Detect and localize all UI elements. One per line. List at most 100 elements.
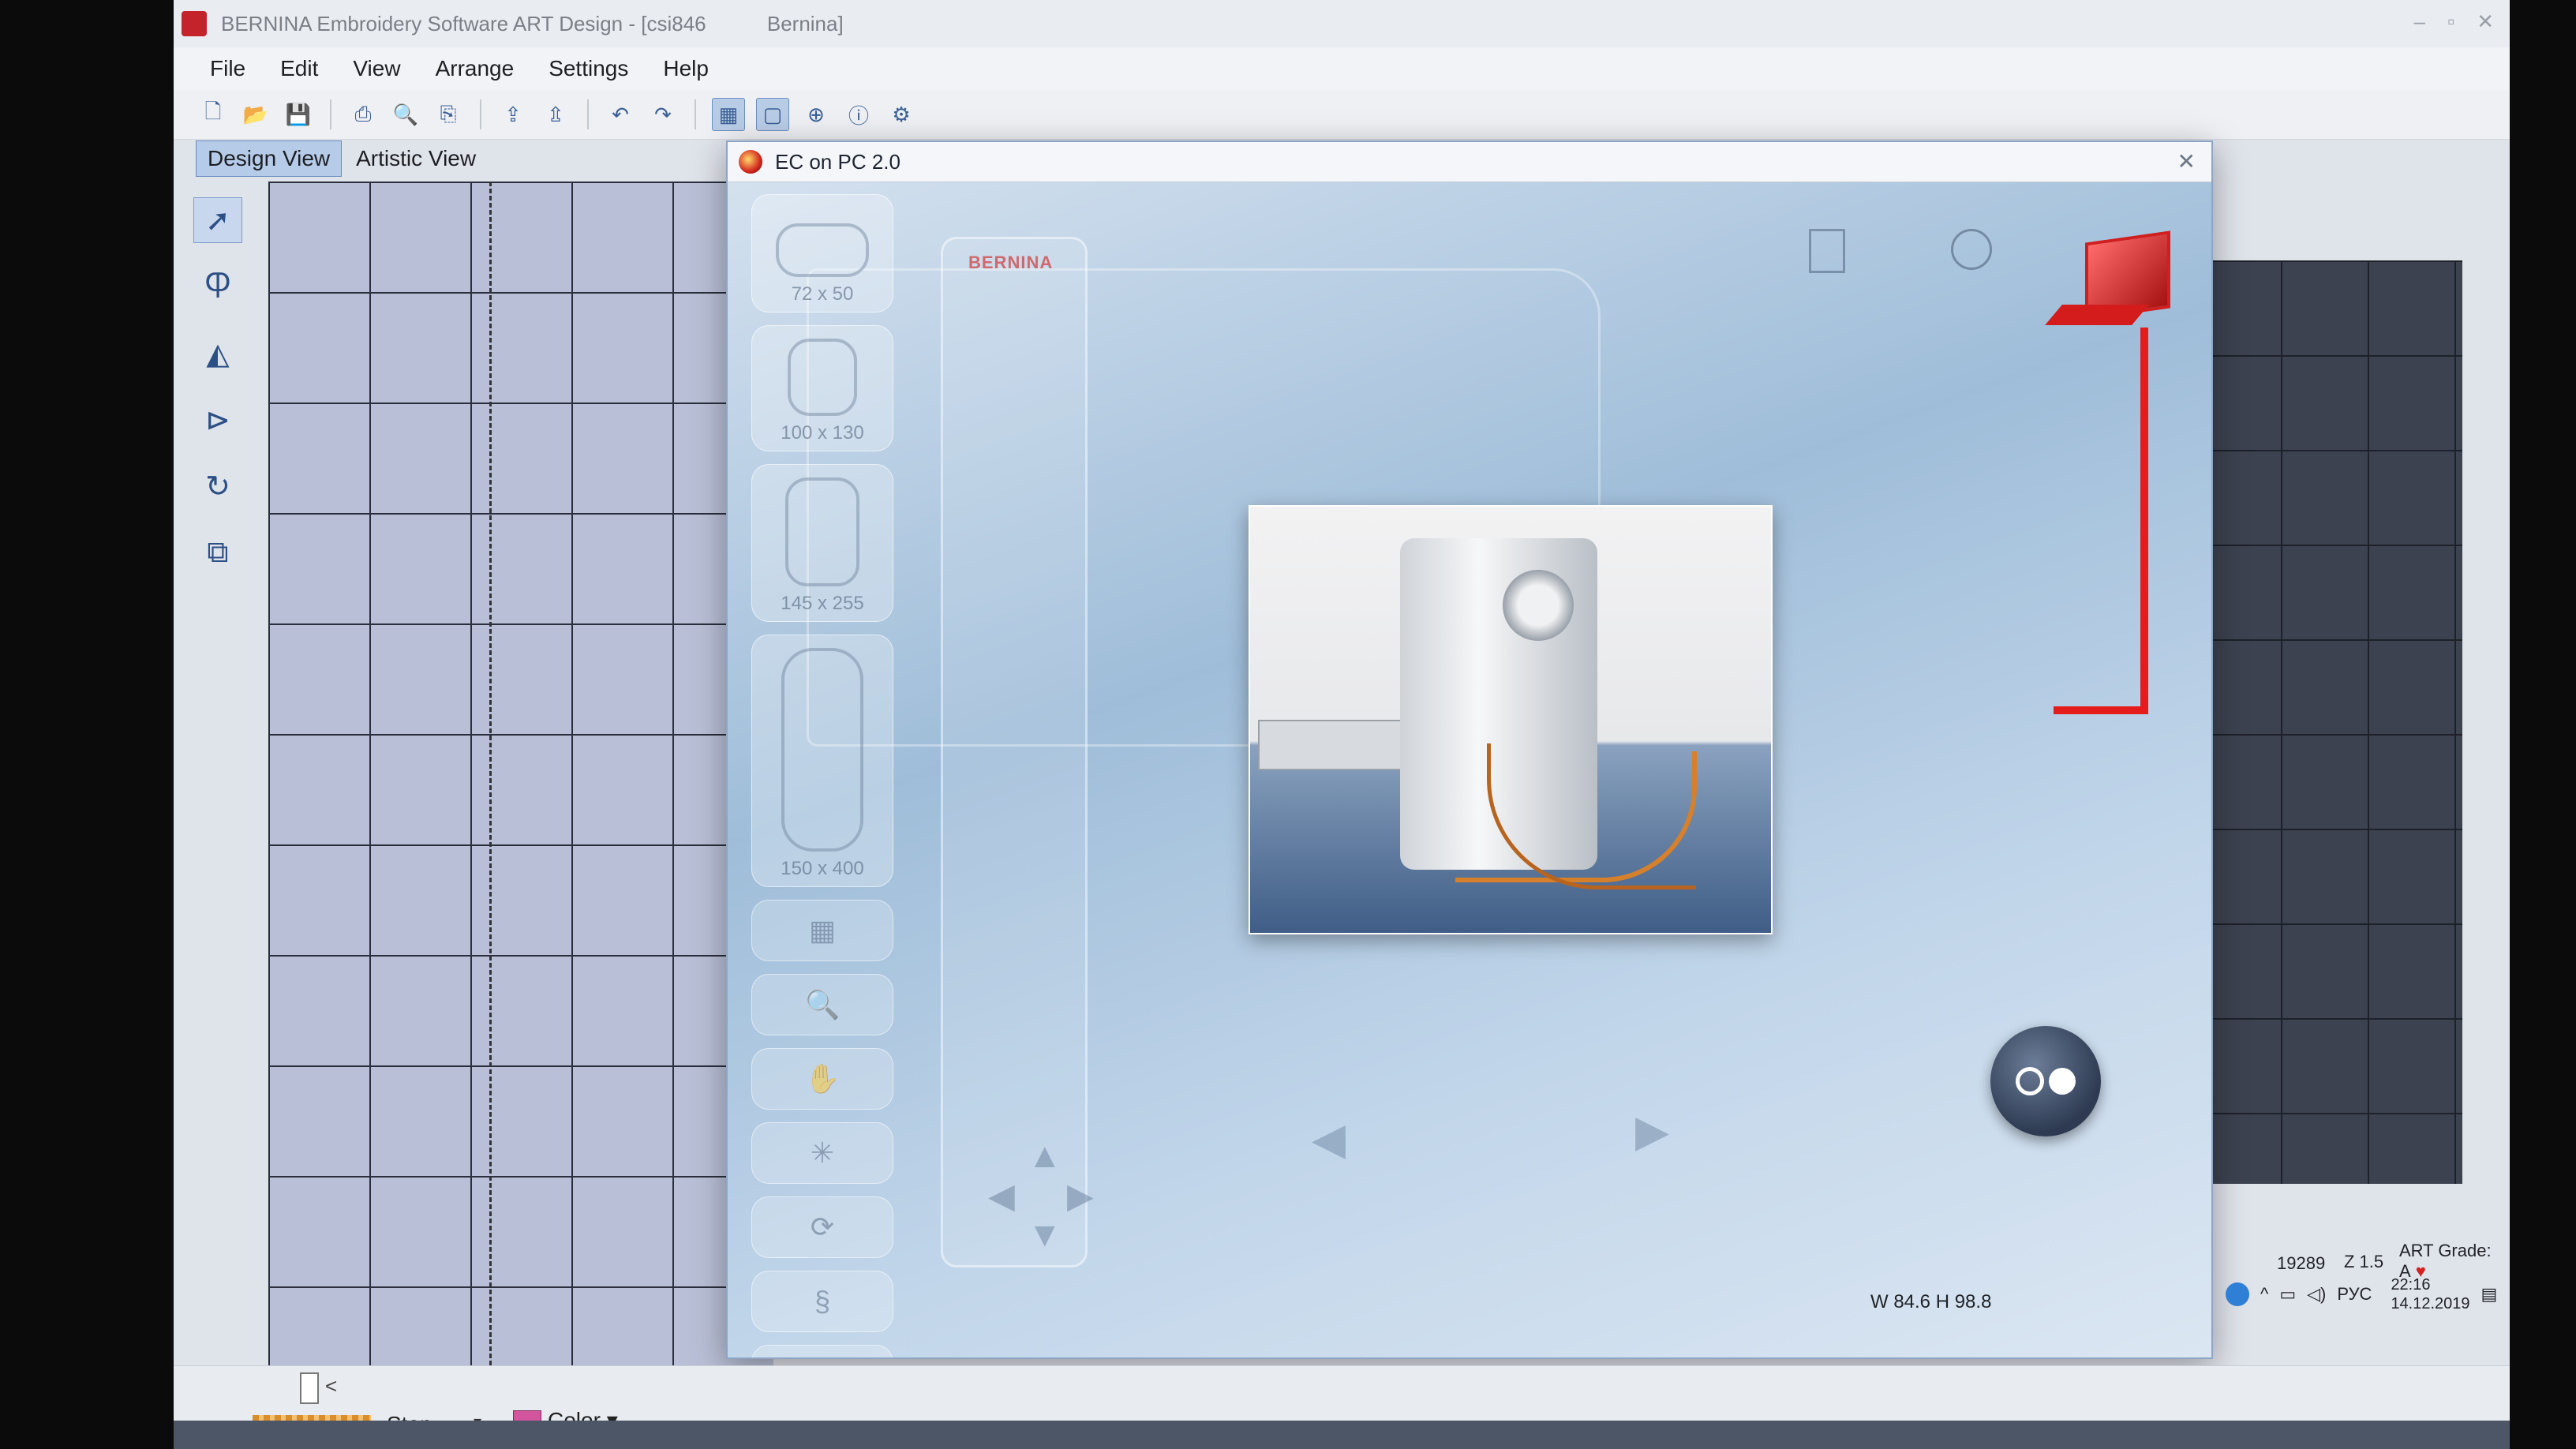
- info-icon[interactable]: ⓘ: [843, 99, 874, 130]
- save-icon[interactable]: 💾: [283, 99, 314, 130]
- design-canvas[interactable]: [268, 182, 773, 1365]
- print-preview-icon[interactable]: 🔍: [390, 99, 421, 130]
- reshape-icon[interactable]: Ⴔ: [194, 265, 242, 309]
- menu-view[interactable]: View: [353, 56, 400, 81]
- hoop-icon[interactable]: ▢: [756, 98, 789, 131]
- arrow-left-icon[interactable]: ◀: [988, 1176, 1015, 1216]
- design-dimensions: W 84.6 H 98.8: [1870, 1291, 1992, 1312]
- hoop-label: 72 x 50: [791, 283, 854, 305]
- connect-ring-icon: [2016, 1067, 2044, 1095]
- menu-arrange[interactable]: Arrange: [436, 56, 515, 81]
- write-card-icon[interactable]: ⇫: [540, 99, 571, 130]
- stitch-out-icon[interactable]: ⋯: [751, 1345, 893, 1357]
- ec-close-icon[interactable]: ✕: [2177, 148, 2196, 174]
- arrow-right-icon[interactable]: ▶: [1067, 1176, 1094, 1216]
- zoom-icon[interactable]: ⊕: [800, 99, 832, 130]
- print-icon[interactable]: ⎙: [347, 99, 379, 130]
- tab-artistic-view[interactable]: Artistic View: [345, 141, 487, 176]
- hoop-72x50[interactable]: 72 x 50: [751, 194, 893, 313]
- next-icon[interactable]: ▶: [1635, 1105, 1669, 1157]
- previous-icon[interactable]: ◀: [1312, 1113, 1346, 1165]
- left-toolbox: ➚ Ⴔ ◭ ⊳ ↻ ⧉: [185, 197, 251, 575]
- new-file-icon[interactable]: 🗋: [197, 99, 229, 130]
- design-canvas-right[interactable]: [2194, 260, 2462, 1184]
- taskbar: [174, 1421, 2510, 1449]
- rotate-icon[interactable]: ↻: [194, 464, 242, 508]
- main-toolbar: 🗋 📂 💾 ⎙ 🔍 ⎘ ⇪ ⇫ ↶ ↷ ▦ ▢ ⊕ ⓘ ⚙: [174, 90, 2510, 140]
- laptop-base: [2045, 305, 2149, 325]
- network-globe-icon[interactable]: [2226, 1282, 2249, 1306]
- close-icon[interactable]: ✕: [2477, 9, 2494, 34]
- hoop-150x400[interactable]: 150 x 400: [751, 635, 893, 887]
- notifications-icon[interactable]: ▤: [2481, 1284, 2498, 1305]
- clock-display[interactable]: 22:16 14.12.2019: [2391, 1275, 2469, 1313]
- language-indicator[interactable]: РУС: [2337, 1284, 2372, 1305]
- ec-window-title: EC on PC 2.0: [775, 149, 900, 174]
- title-bar: BERNINA Embroidery Software ART Design -…: [174, 0, 2510, 48]
- rotate-design-icon[interactable]: ⟳: [751, 1196, 893, 1258]
- connect-button[interactable]: [1990, 1026, 2101, 1136]
- thread-icon[interactable]: §: [751, 1271, 893, 1332]
- volume-icon[interactable]: ◁): [2307, 1284, 2326, 1305]
- open-folder-icon[interactable]: 📂: [240, 99, 271, 130]
- hoop-view-icon[interactable]: [1809, 229, 1845, 273]
- toolbar-divider: [330, 99, 331, 129]
- menu-bar: File Edit View Arrange Settings Help: [174, 47, 2510, 90]
- magnifier-icon[interactable]: 🔍: [751, 974, 893, 1035]
- window-title: BERNINA Embroidery Software ART Design -…: [221, 12, 844, 36]
- machine-handwheel: [1503, 570, 1574, 641]
- tray-chevron-icon[interactable]: ^: [2260, 1284, 2268, 1305]
- select-arrow-icon[interactable]: ➚: [193, 197, 242, 243]
- arrow-up-icon[interactable]: ▲: [1028, 1136, 1062, 1176]
- toolbar-divider: [695, 99, 696, 129]
- stitch-pattern-icon[interactable]: ▦: [751, 900, 893, 961]
- hand-icon[interactable]: ✋: [751, 1048, 893, 1110]
- minimize-icon[interactable]: –: [2414, 9, 2425, 34]
- menu-edit[interactable]: Edit: [280, 56, 318, 81]
- toolbar-divider: [480, 99, 481, 129]
- redo-icon[interactable]: ↷: [647, 99, 679, 130]
- arrow-down-icon[interactable]: ▼: [1028, 1215, 1062, 1255]
- sparkle-icon[interactable]: ✳: [751, 1122, 893, 1184]
- hoop-shape-icon: [785, 477, 859, 586]
- zoom-level: Z 1.5: [2344, 1252, 2384, 1271]
- stitch-count: 19289: [2277, 1253, 2326, 1273]
- send-to-machine-icon[interactable]: ⇪: [497, 99, 529, 130]
- ec-logo-icon: [739, 150, 762, 174]
- hoop-list: 72 x 50 100 x 130 145 x 255 150 x 400 ▦ …: [751, 194, 893, 1357]
- export-icon[interactable]: ⎘: [432, 99, 464, 130]
- hoop-100x130[interactable]: 100 x 130: [751, 325, 893, 451]
- connect-dot-icon: [2049, 1068, 2076, 1095]
- settings-gear-icon[interactable]: ⚙: [886, 99, 917, 130]
- move-arrows[interactable]: ▲ ◀ ▶ ▼: [988, 1136, 1099, 1254]
- machine-connection-image: [1249, 505, 1773, 934]
- clock-icon[interactable]: [1951, 229, 1992, 270]
- battery-icon[interactable]: ▭: [2279, 1284, 2296, 1305]
- maximize-icon[interactable]: ▫: [2447, 9, 2454, 34]
- screen: BERNINA Embroidery Software ART Design -…: [174, 0, 2510, 1449]
- toolbar-divider: [587, 99, 589, 129]
- laptop-icon: [2045, 230, 2170, 331]
- resize-icon[interactable]: ⧉: [194, 530, 242, 575]
- menu-help[interactable]: Help: [663, 56, 709, 81]
- tab-design-view[interactable]: Design View: [196, 140, 343, 177]
- hoop-shape-icon: [788, 339, 857, 416]
- mirror-vertical-icon[interactable]: ◭: [194, 331, 242, 376]
- clock-date: 14.12.2019: [2391, 1295, 2470, 1312]
- mirror-horizontal-icon[interactable]: ⊳: [194, 398, 242, 442]
- menu-file[interactable]: File: [210, 56, 245, 81]
- scroll-thumb[interactable]: [300, 1372, 319, 1404]
- grid-icon[interactable]: ▦: [712, 98, 745, 131]
- hoop-145x255[interactable]: 145 x 255: [751, 464, 893, 622]
- window-title-text: BERNINA Embroidery Software ART Design -…: [221, 11, 706, 36]
- app-icon: [182, 11, 207, 36]
- view-tabs: Design View Artistic View: [196, 139, 487, 178]
- menu-settings[interactable]: Settings: [549, 56, 628, 81]
- hoop-centerline: [489, 182, 492, 1365]
- hoop-label: 145 x 255: [781, 593, 864, 614]
- undo-icon[interactable]: ↶: [605, 99, 636, 130]
- connection-line: [2140, 328, 2148, 714]
- window-title-suffix: Bernina]: [766, 11, 844, 36]
- scroll-left-icon[interactable]: <: [325, 1374, 337, 1398]
- clock-time: 22:16: [2391, 1276, 2431, 1294]
